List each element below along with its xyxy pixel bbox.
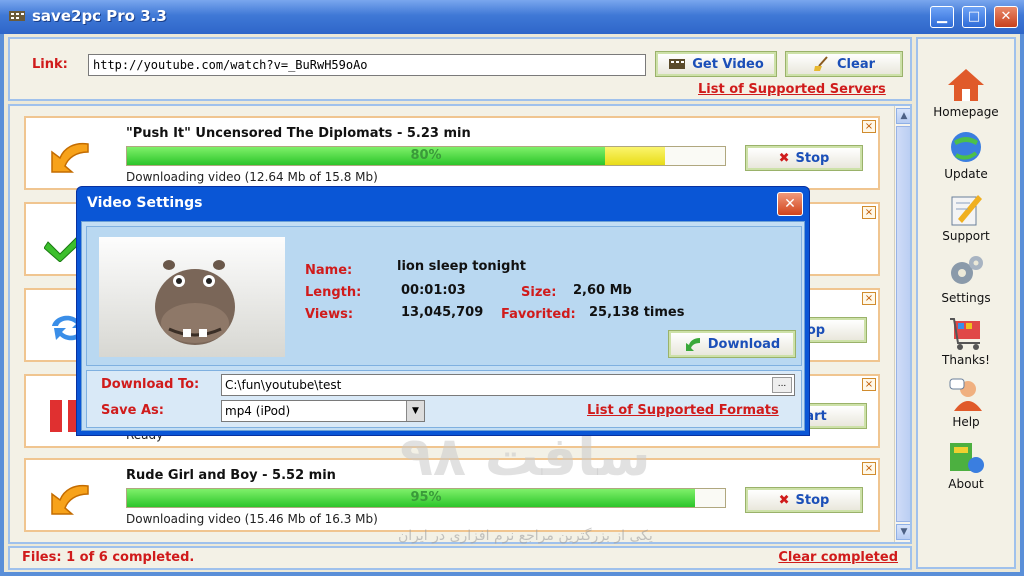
download-title: "Push It" Uncensored The Diplomats - 5.2… [126,126,471,141]
supported-servers-link[interactable]: List of Supported Servers [698,82,886,97]
close-button[interactable]: ✕ [994,6,1018,28]
sidebar-item-homepage[interactable]: Homepage [918,67,1014,125]
download-button[interactable]: Download [668,330,796,358]
remove-item-icon[interactable]: × [862,292,876,305]
support-icon [951,195,982,226]
save-settings-panel: Download To: C:\fun\youtube\test ... Sav… [86,370,802,428]
app-window: save2pc Pro 3.3 ▁ □ ✕ Link: http://youtu… [0,0,1024,576]
dialog-body: Name: lion sleep tonight Length: 00:01:0… [81,221,805,431]
download-title: Rude Girl and Boy - 5.52 min [126,468,336,483]
scroll-up-icon[interactable]: ▲ [896,108,910,124]
dialog-title: Video Settings [87,195,203,211]
scroll-thumb[interactable] [896,126,910,522]
download-status: Downloading video (12.64 Mb of 15.8 Mb) [126,170,378,184]
stop-icon: ✖ [778,492,790,508]
remove-item-icon[interactable]: × [862,206,876,219]
download-to-label: Download To: [101,377,200,392]
format-select-value: mp4 (iPod) [225,404,291,418]
globe-update-icon [951,132,981,162]
format-select[interactable]: mp4 (iPod) ▼ [221,400,425,422]
link-label: Link: [32,57,68,72]
cart-icon [950,318,980,350]
minimize-button[interactable]: ▁ [930,6,954,28]
chevron-down-icon[interactable]: ▼ [406,401,424,421]
sidebar-item-thanks[interactable]: Thanks! [918,315,1014,373]
clear-label: Clear [837,56,875,72]
download-arrow-icon [51,484,89,515]
watermark-subtitle: یکی از بزرگترین مراجع نرم افزاری در ایرا… [398,528,653,544]
sidebar-item-label: Homepage [933,105,999,119]
maximize-button[interactable]: □ [962,6,986,28]
views-label: Views: [305,307,354,322]
save-as-label: Save As: [101,403,164,418]
sidebar: Homepage Update Support Settings Thanks!… [916,37,1016,569]
stop-button[interactable]: ✖ Stop [745,145,863,171]
video-info-panel: Name: lion sleep tonight Length: 00:01:0… [86,226,802,366]
about-icon [950,443,984,473]
list-scrollbar[interactable]: ▲ ▼ [894,106,910,542]
sidebar-item-label: Help [952,415,980,429]
length-value: 00:01:03 [401,283,466,298]
help-icon [949,378,982,411]
video-settings-dialog: Video Settings ✕ Name: lion sleep tonigh… [76,186,810,436]
hippo-thumbnail-image [155,260,235,345]
progress-bar: 80% [126,146,726,166]
film-icon [9,11,25,21]
title-bar[interactable]: save2pc Pro 3.3 ▁ □ ✕ [0,0,1024,34]
broom-icon [814,56,828,71]
video-thumbnail [99,237,285,357]
window-title: save2pc Pro 3.3 [32,7,167,25]
stop-button[interactable]: ✖ Stop [745,487,863,513]
size-label: Size: [521,285,557,300]
length-label: Length: [305,285,362,300]
sidebar-item-label: Thanks! [942,353,990,367]
favorited-label: Favorited: [501,307,576,322]
size-value: 2,60 Mb [573,283,632,298]
download-item[interactable]: "Push It" Uncensored The Diplomats - 5.2… [24,116,880,190]
remove-item-icon[interactable]: × [862,462,876,475]
link-panel: Link: http://youtube.com/watch?v=_BuRwH5… [8,37,912,101]
favorited-value: 25,138 times [589,305,685,320]
gears-icon [951,256,983,284]
dialog-close-button[interactable]: ✕ [777,192,803,216]
house-icon [948,69,984,101]
download-path-input[interactable]: C:\fun\youtube\test ... [221,374,795,396]
sidebar-item-help[interactable]: Help [918,377,1014,435]
stop-icon: ✖ [778,150,790,166]
name-label: Name: [305,263,353,278]
film-icon [669,59,686,69]
progress-label: 95% [410,490,442,505]
download-path-value: C:\fun\youtube\test [225,378,342,392]
scroll-down-icon[interactable]: ▼ [896,524,910,540]
progress-label: 80% [410,148,442,163]
sidebar-item-update[interactable]: Update [918,129,1014,187]
sidebar-item-about[interactable]: About [918,439,1014,497]
browse-button[interactable]: ... [772,377,792,393]
sidebar-item-support[interactable]: Support [918,191,1014,249]
sidebar-item-settings[interactable]: Settings [918,253,1014,311]
download-icon [685,338,700,351]
files-completed-text: Files: 1 of 6 completed. [22,550,195,565]
download-arrow-icon [51,142,89,173]
supported-formats-link[interactable]: List of Supported Formats [587,403,779,418]
sidebar-item-label: Settings [941,291,991,305]
name-value: lion sleep tonight [397,259,526,274]
stop-label: Stop [795,150,830,166]
progress-bar: 95% [126,488,726,508]
remove-item-icon[interactable]: × [862,378,876,391]
get-video-button[interactable]: Get Video [655,51,777,77]
link-input[interactable]: http://youtube.com/watch?v=_BuRwH59oAo [88,54,646,76]
sidebar-item-label: Support [942,229,990,243]
download-label: Download [707,336,781,352]
clear-button[interactable]: Clear [785,51,903,77]
remove-item-icon[interactable]: × [862,120,876,133]
clear-completed-link[interactable]: Clear completed [778,550,898,565]
get-video-label: Get Video [692,56,764,72]
sidebar-item-label: About [948,477,984,491]
status-footer: Files: 1 of 6 completed. Clear completed [8,546,912,570]
views-value: 13,045,709 [401,305,484,320]
download-status: Downloading video (15.46 Mb of 16.3 Mb) [126,512,378,526]
sidebar-item-label: Update [944,167,988,181]
stop-label: Stop [795,492,830,508]
